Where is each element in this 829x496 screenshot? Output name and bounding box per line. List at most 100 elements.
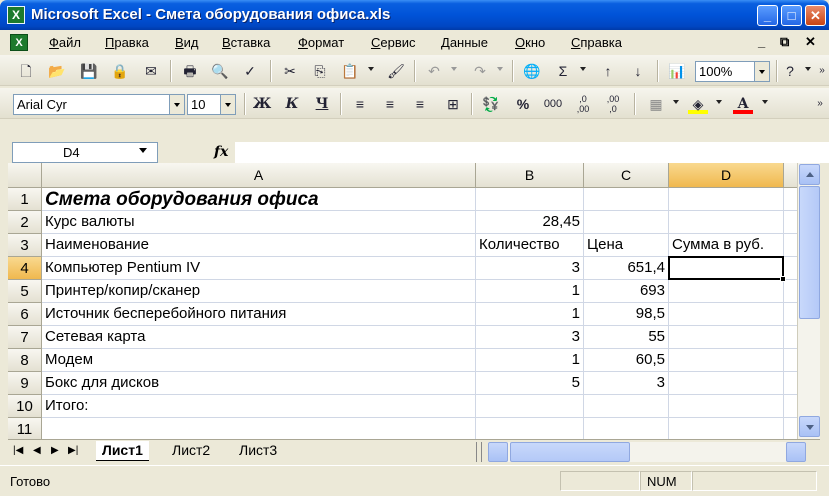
cell-c11[interactable] (584, 418, 669, 439)
font-size-dropdown-icon[interactable] (221, 94, 236, 115)
next-sheet-icon[interactable]: ▶ (51, 445, 59, 456)
merge-center-icon[interactable]: ⊞ (443, 94, 463, 114)
scroll-down-button[interactable] (799, 416, 820, 437)
permission-icon[interactable]: 🔒 (110, 61, 130, 81)
maximize-button[interactable]: □ (781, 5, 802, 26)
align-left-icon[interactable]: ≡ (350, 94, 370, 114)
select-all-corner[interactable] (8, 163, 42, 188)
sort-descending-icon[interactable]: ↓ (628, 61, 648, 81)
sheet-tab-2[interactable]: Лист2 (166, 441, 216, 461)
cell-d8[interactable] (669, 349, 784, 372)
sheet-tab-1[interactable]: Лист1 (96, 441, 149, 461)
cell-c9[interactable]: 3 (584, 372, 669, 395)
help-dropdown-icon[interactable] (805, 67, 811, 71)
cell-b5[interactable]: 1 (476, 280, 584, 303)
cell-c4[interactable]: 651,4 (584, 257, 669, 280)
cell-b9[interactable]: 5 (476, 372, 584, 395)
print-preview-icon[interactable]: 🔍 (210, 61, 230, 81)
horizontal-scroll-thumb[interactable] (510, 442, 630, 462)
row-header-1[interactable]: 1 (8, 188, 42, 211)
menu-view[interactable]: Вид (175, 35, 199, 50)
row-header-9[interactable]: 9 (8, 372, 42, 395)
chart-wizard-icon[interactable]: 📊 (667, 61, 687, 81)
cell-d5[interactable] (669, 280, 784, 303)
cell-b4[interactable]: 3 (476, 257, 584, 280)
prev-sheet-icon[interactable]: ◀ (33, 445, 41, 456)
cell-a9[interactable]: Бокс для дисков (42, 372, 476, 395)
open-icon[interactable]: 📂 (47, 61, 67, 81)
worksheet-grid[interactable]: A B C D 1 Смета оборудования офиса 2 Курс валют… (8, 163, 820, 439)
cell-d6[interactable] (669, 303, 784, 326)
scroll-right-button[interactable] (786, 442, 806, 462)
fill-color-dropdown-icon[interactable] (716, 100, 722, 104)
minimize-button[interactable]: _ (757, 5, 778, 26)
format-painter-icon[interactable]: 🖌 (386, 61, 406, 81)
toolbar-options-icon[interactable]: » (812, 61, 829, 81)
align-center-icon[interactable]: ≡ (380, 94, 400, 114)
row-header-3[interactable]: 3 (8, 234, 42, 257)
menu-window[interactable]: Окно (515, 35, 545, 50)
close-button[interactable]: ✕ (805, 5, 826, 26)
menu-file[interactable]: Файл (49, 35, 81, 50)
cell-b6[interactable]: 1 (476, 303, 584, 326)
currency-icon[interactable]: 💱 (481, 94, 501, 114)
hyperlink-icon[interactable]: 🌐 (522, 61, 542, 81)
menu-insert[interactable]: Вставка (222, 35, 270, 50)
paste-icon[interactable]: 📋 (340, 61, 360, 81)
scroll-left-button[interactable] (488, 442, 508, 462)
row-header-7[interactable]: 7 (8, 326, 42, 349)
font-name-combo[interactable]: Arial Cyr (13, 94, 170, 115)
autosum-icon[interactable]: Σ (553, 61, 573, 81)
new-icon[interactable]: 🗋 (16, 61, 36, 81)
scroll-up-button[interactable] (799, 164, 820, 185)
name-box[interactable]: D4 (12, 142, 158, 163)
cell-a6[interactable]: Источник бесперебойного питания (42, 303, 476, 326)
cell-d10[interactable] (669, 395, 784, 418)
column-header-b[interactable]: B (476, 163, 584, 188)
cell-b10[interactable] (476, 395, 584, 418)
sheet-tab-3[interactable]: Лист3 (233, 441, 283, 461)
column-header-c[interactable]: C (584, 163, 669, 188)
row-header-5[interactable]: 5 (8, 280, 42, 303)
redo-dropdown-icon[interactable] (497, 67, 503, 71)
italic-button[interactable]: К (282, 94, 302, 114)
undo-dropdown-icon[interactable] (451, 67, 457, 71)
cell-c1[interactable] (584, 188, 669, 211)
first-sheet-icon[interactable]: |◀ (13, 445, 23, 456)
vertical-scrollbar[interactable] (797, 163, 820, 439)
email-icon[interactable]: ✉ (141, 61, 161, 81)
cell-a2[interactable]: Курс валюты (42, 211, 476, 234)
toolbar-options-icon[interactable]: » (810, 94, 829, 114)
cell-b7[interactable]: 3 (476, 326, 584, 349)
bold-button[interactable]: Ж (252, 94, 272, 114)
undo-icon[interactable]: ↶ (424, 61, 444, 81)
increase-decimal-button[interactable]: ,0 ,00 (573, 94, 593, 114)
redo-icon[interactable]: ↷ (470, 61, 490, 81)
cell-a4[interactable]: Компьютер Pentium IV (42, 257, 476, 280)
borders-icon[interactable]: ▦ (646, 94, 666, 114)
cell-a8[interactable]: Модем (42, 349, 476, 372)
cell-d7[interactable] (669, 326, 784, 349)
cell-b3[interactable]: Количество (476, 234, 584, 257)
tab-split-handle[interactable] (476, 442, 482, 462)
menu-format[interactable]: Формат (298, 35, 344, 50)
help-icon[interactable]: ? (780, 61, 800, 81)
font-color-icon[interactable]: A (733, 94, 753, 114)
cell-a7[interactable]: Сетевая карта (42, 326, 476, 349)
cut-icon[interactable]: ✂ (280, 61, 300, 81)
cell-c2[interactable] (584, 211, 669, 234)
cell-b2[interactable]: 28,45 (476, 211, 584, 234)
cell-d1[interactable] (669, 188, 784, 211)
vertical-scroll-thumb[interactable] (799, 186, 820, 319)
cell-d2[interactable] (669, 211, 784, 234)
row-header-4[interactable]: 4 (8, 257, 42, 280)
cell-a10[interactable]: Итого: (42, 395, 476, 418)
zoom-dropdown-icon[interactable] (755, 61, 770, 82)
column-header-a[interactable]: A (42, 163, 476, 188)
row-header-6[interactable]: 6 (8, 303, 42, 326)
decrease-decimal-button[interactable]: ,00 ,0 (603, 94, 623, 114)
last-sheet-icon[interactable]: ▶| (68, 445, 78, 456)
autosum-dropdown-icon[interactable] (580, 67, 586, 71)
cell-a3[interactable]: Наименование (42, 234, 476, 257)
font-size-combo[interactable]: 10 (187, 94, 221, 115)
